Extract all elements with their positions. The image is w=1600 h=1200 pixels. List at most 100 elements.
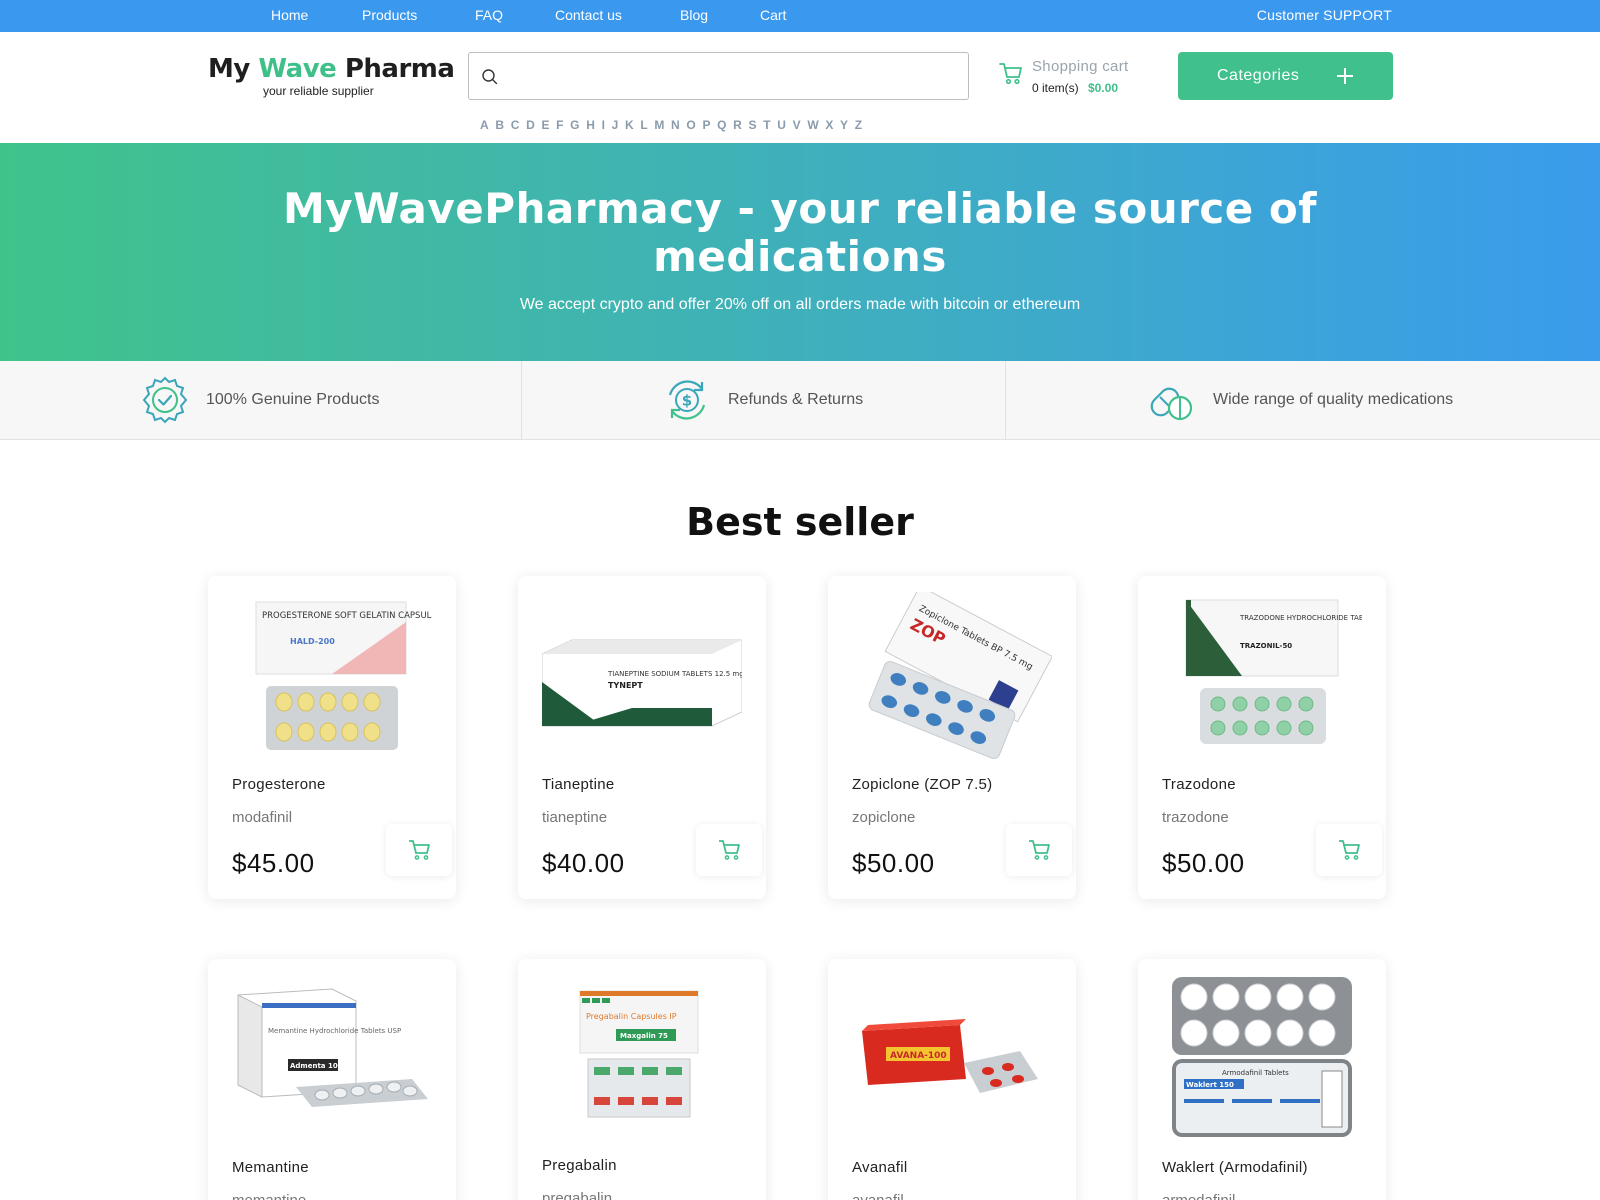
- product-name[interactable]: Tianeptine: [542, 776, 615, 793]
- letter-x[interactable]: X: [825, 118, 833, 132]
- add-to-cart-button[interactable]: [1316, 824, 1382, 876]
- svg-text:$: $: [682, 392, 692, 410]
- top-nav-bar: Home Products FAQ Contact us Blog Cart C…: [0, 0, 1600, 32]
- product-name[interactable]: Memantine: [232, 1159, 309, 1176]
- letter-b[interactable]: B: [495, 118, 504, 132]
- letter-a[interactable]: A: [480, 118, 489, 132]
- letter-i[interactable]: I: [602, 118, 605, 132]
- product-card[interactable]: Armodafinil Tablets Waklert 150 Waklert …: [1138, 959, 1386, 1200]
- cart-add-icon: [719, 840, 740, 860]
- product-card[interactable]: AVANA-100 Avanafil avanafil: [828, 959, 1076, 1200]
- refund-dollar-icon: $: [668, 380, 706, 420]
- letter-v[interactable]: V: [793, 118, 801, 132]
- letter-d[interactable]: D: [526, 118, 535, 132]
- product-image[interactable]: Pregabalin Capsules IP Maxgalin 75: [542, 975, 742, 1145]
- features-strip: 100% Genuine Products $ Refunds & Return…: [0, 361, 1600, 440]
- letter-m[interactable]: M: [654, 118, 664, 132]
- add-to-cart-button[interactable]: [696, 824, 762, 876]
- letter-f[interactable]: F: [556, 118, 563, 132]
- product-image[interactable]: Memantine Hydrochloride Tablets USP Adme…: [232, 975, 432, 1145]
- pack-brand: AVANA-100: [890, 1051, 947, 1061]
- nav-link-faq[interactable]: FAQ: [475, 0, 503, 32]
- letter-s[interactable]: S: [749, 118, 757, 132]
- pack-brand: TRAZONIL-50: [1240, 642, 1292, 650]
- letter-q[interactable]: Q: [717, 118, 726, 132]
- pack-text: Memantine Hydrochloride Tablets USP: [268, 1027, 401, 1035]
- product-image[interactable]: TIANEPTINE SODIUM TABLETS 12.5 mg TYNEPT: [542, 592, 742, 762]
- shopping-cart-icon[interactable]: [998, 60, 1024, 86]
- letter-t[interactable]: T: [763, 118, 770, 132]
- cart-item-count: 0 item(s): [1032, 81, 1079, 95]
- product-name[interactable]: Progesterone: [232, 776, 326, 793]
- letter-g[interactable]: G: [570, 118, 579, 132]
- product-card[interactable]: Pregabalin Capsules IP Maxgalin 75 Prega…: [518, 959, 766, 1200]
- letter-z[interactable]: Z: [855, 118, 862, 132]
- pack-text: PROGESTERONE SOFT GELATIN CAPSULES 200 m…: [262, 611, 432, 621]
- alphabet-filter: A B C D E F G H I J K L M N O P Q R S T …: [480, 118, 869, 132]
- pack-brand: Waklert 150: [1186, 1081, 1234, 1089]
- site-logo[interactable]: My Wave Pharma your reliable supplier: [208, 54, 455, 98]
- product-name[interactable]: Zopiclone (ZOP 7.5): [852, 776, 992, 793]
- product-image[interactable]: TRAZODONE HYDROCHLORIDE TABLETS USP 50 m…: [1162, 592, 1362, 762]
- pack-text: TIANEPTINE SODIUM TABLETS 12.5 mg: [607, 670, 742, 678]
- letter-y[interactable]: Y: [840, 118, 848, 132]
- product-card[interactable]: Memantine Hydrochloride Tablets USP Adme…: [208, 959, 456, 1200]
- letter-j[interactable]: J: [612, 118, 619, 132]
- product-name[interactable]: Avanafil: [852, 1159, 908, 1176]
- letter-k[interactable]: K: [625, 118, 634, 132]
- cart-add-icon: [1339, 840, 1360, 860]
- letter-e[interactable]: E: [541, 118, 549, 132]
- pack-brand: Admenta 10: [290, 1062, 338, 1070]
- plus-icon: [1337, 68, 1353, 84]
- feature-genuine-text: 100% Genuine Products: [206, 391, 380, 408]
- add-to-cart-button[interactable]: [1006, 824, 1072, 876]
- letter-w[interactable]: W: [807, 118, 818, 132]
- nav-link-blog[interactable]: Blog: [680, 0, 708, 32]
- product-card[interactable]: PROGESTERONE SOFT GELATIN CAPSULES 200 m…: [208, 576, 456, 899]
- search-input[interactable]: [509, 53, 959, 99]
- add-to-cart-button[interactable]: [386, 824, 452, 876]
- letter-o[interactable]: O: [686, 118, 695, 132]
- product-name[interactable]: Pregabalin: [542, 1157, 617, 1174]
- product-name[interactable]: Trazodone: [1162, 776, 1236, 793]
- categories-button-label: Categories: [1217, 67, 1300, 84]
- logo-word-my: My: [208, 54, 250, 84]
- letter-l[interactable]: L: [640, 118, 647, 132]
- product-generic: pregabalin: [542, 1190, 613, 1200]
- feature-range-text: Wide range of quality medications: [1213, 391, 1454, 408]
- pack-text: Armodafinil Tablets: [1222, 1069, 1289, 1077]
- letter-c[interactable]: C: [511, 118, 520, 132]
- letter-u[interactable]: U: [777, 118, 786, 132]
- product-name[interactable]: Waklert (Armodafinil): [1162, 1159, 1308, 1176]
- nav-link-products[interactable]: Products: [362, 0, 417, 32]
- letter-n[interactable]: N: [671, 118, 680, 132]
- letter-h[interactable]: H: [586, 118, 595, 132]
- product-card[interactable]: TIANEPTINE SODIUM TABLETS 12.5 mg TYNEPT…: [518, 576, 766, 899]
- product-generic: zopiclone: [852, 809, 916, 826]
- product-image[interactable]: Zopiclone Tablets BP 7.5 mg ZOP: [852, 592, 1052, 762]
- product-image[interactable]: PROGESTERONE SOFT GELATIN CAPSULES 200 m…: [232, 592, 432, 762]
- product-price: $40.00: [542, 848, 625, 878]
- search-icon[interactable]: [481, 68, 499, 86]
- hero-title: MyWavePharmacy - your reliable source of…: [283, 184, 1317, 281]
- product-image[interactable]: AVANA-100: [852, 975, 1052, 1145]
- customer-support-link[interactable]: Customer SUPPORT: [1257, 0, 1392, 32]
- product-image[interactable]: Armodafinil Tablets Waklert 150: [1162, 975, 1362, 1145]
- pack-text: TRAZODONE HYDROCHLORIDE TABLETS USP 50 m…: [1239, 614, 1362, 622]
- product-generic: memantine: [232, 1192, 306, 1200]
- pack-brand: HALD-200: [290, 637, 335, 646]
- pack-brand: Maxgalin 75: [620, 1032, 668, 1040]
- nav-link-home[interactable]: Home: [271, 0, 308, 32]
- product-card[interactable]: Zopiclone Tablets BP 7.5 mg ZOP Zopiclon…: [828, 576, 1076, 899]
- letter-p[interactable]: P: [702, 118, 710, 132]
- nav-link-contact[interactable]: Contact us: [555, 0, 622, 32]
- pills-icon: [1150, 387, 1193, 421]
- pack-brand: TYNEPT: [608, 681, 643, 690]
- product-price: $50.00: [1162, 848, 1245, 878]
- cart-label[interactable]: Shopping cart: [1032, 58, 1128, 75]
- nav-link-cart[interactable]: Cart: [760, 0, 786, 32]
- categories-button[interactable]: Categories: [1178, 52, 1393, 100]
- letter-r[interactable]: R: [733, 118, 742, 132]
- search-box: [468, 52, 969, 100]
- product-card[interactable]: TRAZODONE HYDROCHLORIDE TABLETS USP 50 m…: [1138, 576, 1386, 899]
